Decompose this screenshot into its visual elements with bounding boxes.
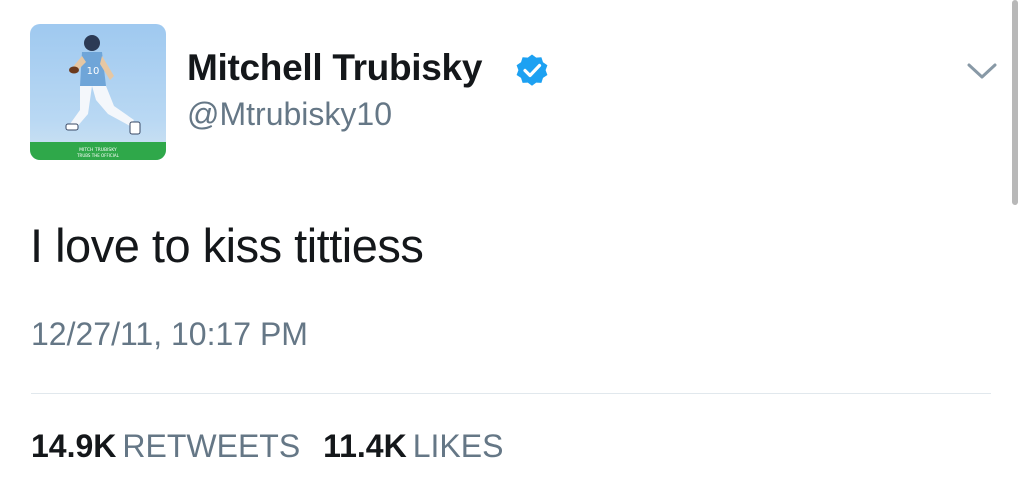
retweets-label: RETWEETS — [122, 428, 301, 464]
likes-count: 11.4K — [323, 428, 407, 464]
retweets-stat[interactable]: 14.9K RETWEETS — [31, 428, 300, 465]
avatar[interactable]: 10 MITCH TRUBISKY TRUBS THE OFFICIAL — [30, 24, 166, 160]
tweet-text: I love to kiss tittiess — [30, 219, 424, 272]
verified-badge-icon — [516, 54, 548, 86]
avatar-illustration: 10 MITCH TRUBISKY TRUBS THE OFFICIAL — [30, 35, 166, 160]
divider — [31, 393, 991, 394]
user-handle[interactable]: @Mtrubisky10 — [187, 96, 392, 133]
tweet-card: 10 MITCH TRUBISKY TRUBS THE OFFICIAL Mit… — [0, 0, 1024, 500]
scrollbar[interactable] — [1012, 0, 1018, 205]
tweet-stats: 14.9K RETWEETS 11.4K LIKES — [31, 428, 517, 465]
retweets-count: 14.9K — [31, 428, 117, 464]
likes-label: LIKES — [412, 428, 504, 464]
likes-stat[interactable]: 11.4K LIKES — [323, 428, 503, 465]
chevron-down-icon[interactable] — [962, 56, 1002, 88]
display-name[interactable]: Mitchell Trubisky — [187, 47, 482, 89]
svg-text:10: 10 — [87, 66, 100, 77]
tweet-timestamp[interactable]: 12/27/11, 10:17 PM — [31, 316, 308, 353]
avatar-caption-line2: TRUBS THE OFFICIAL — [76, 153, 120, 158]
